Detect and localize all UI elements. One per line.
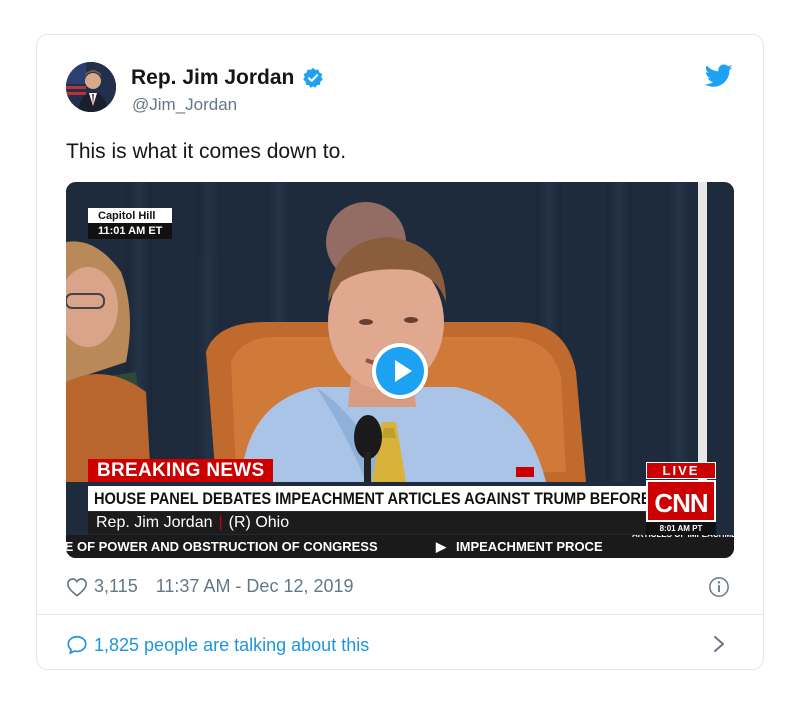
video-player[interactable]: Capitol Hill 11:01 AM ET BREAKING NEWS H…	[66, 182, 734, 558]
ticker-section-label: ARTICLES OF IMPEACHMENT	[632, 535, 734, 557]
talking-count[interactable]: 1,825 people are talking about this	[94, 635, 369, 656]
tweet-text: This is what it comes down to.	[66, 140, 347, 163]
heart-icon[interactable]	[66, 577, 88, 597]
like-count[interactable]: 3,115	[94, 576, 138, 597]
play-button[interactable]	[372, 343, 428, 399]
tweet-stats: 3,115 11:37 AM - Dec 12, 2019	[66, 576, 354, 597]
ticker-text-right: IMPEACHMENT PROCE	[456, 539, 603, 554]
twitter-bird-icon[interactable]	[705, 64, 733, 88]
info-icon[interactable]	[708, 576, 730, 598]
chevron-right-icon[interactable]	[712, 634, 726, 654]
ticker-arrow-icon: ▶	[436, 539, 446, 554]
live-badge: LIVE	[646, 462, 716, 479]
news-ticker: SE OF POWER AND OBSTRUCTION OF CONGRESS …	[66, 535, 734, 558]
chyron-headline: HOUSE PANEL DEBATES IMPEACHMENT ARTICLES…	[88, 486, 650, 511]
divider	[37, 614, 763, 615]
play-icon	[376, 347, 424, 395]
breaking-news-label: BREAKING NEWS	[88, 459, 273, 482]
speech-bubble-icon	[67, 635, 87, 655]
network-logo: CNN	[646, 480, 716, 522]
speaker-party: (R) Ohio	[228, 514, 290, 531]
chyron-name: Rep. Jim Jordan | (R) Ohio	[88, 512, 652, 534]
location-time: 11:01 AM ET	[88, 223, 173, 239]
conversation-link[interactable]: 1,825 people are talking about this	[66, 634, 369, 656]
tweet-timestamp[interactable]: 11:37 AM - Dec 12, 2019	[156, 576, 354, 597]
author-handle[interactable]: @Jim_Jordan	[132, 95, 237, 115]
avatar[interactable]	[66, 62, 116, 112]
speaker-name: Rep. Jim Jordan	[96, 514, 213, 531]
location-label: Capitol Hill	[88, 208, 173, 223]
author-name[interactable]: Rep. Jim Jordan	[131, 66, 294, 90]
location-bug: Capitol Hill 11:01 AM ET	[88, 208, 173, 239]
network-time: 8:01 AM PT	[646, 522, 716, 535]
author-name-row[interactable]: Rep. Jim Jordan	[131, 66, 324, 90]
verified-badge-icon	[303, 67, 324, 88]
ticker-text-left: SE OF POWER AND OBSTRUCTION OF CONGRESS	[66, 539, 378, 554]
